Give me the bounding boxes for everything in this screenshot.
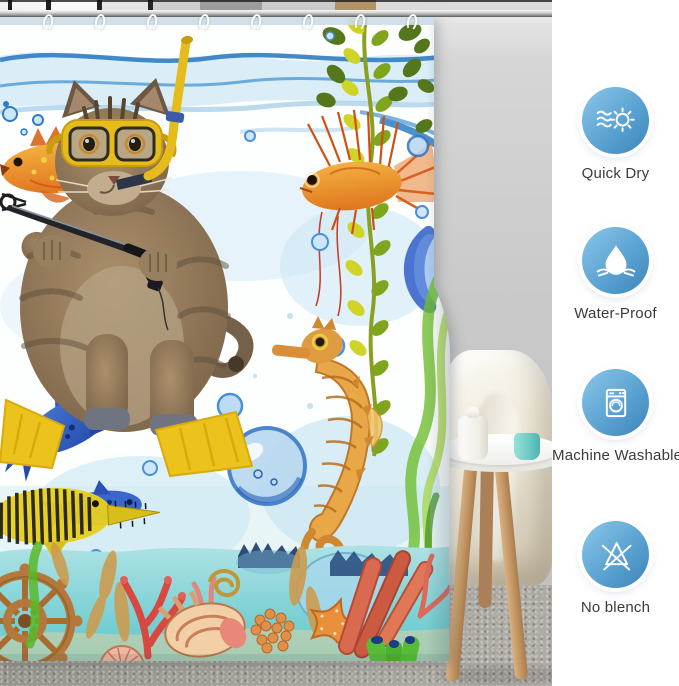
feature-label: Quick Dry [552, 165, 679, 182]
feature-no-bleach: No blench [552, 521, 679, 616]
feature-label: Water-Proof [552, 305, 679, 322]
feature-list: Quick Dry Water-Proof [552, 0, 679, 686]
product-image: Quick Dry Water-Proof [0, 0, 679, 686]
feature-label: No blench [552, 599, 679, 616]
feature-label: Machine Washable [552, 447, 679, 464]
feature-machine-washable: Machine Washable [552, 369, 679, 464]
quick-dry-icon [582, 87, 649, 154]
feature-water-proof: Water-Proof [552, 227, 679, 322]
water-proof-icon [582, 227, 649, 294]
teal-cup [514, 433, 540, 460]
shower-rod [0, 10, 552, 17]
shower-curtain [0, 16, 452, 661]
machine-washable-icon [582, 369, 649, 436]
no-bleach-icon [582, 521, 649, 588]
jar [458, 416, 488, 460]
jar-lid [467, 407, 479, 418]
table-leg [478, 458, 494, 608]
bathroom-photo [0, 0, 552, 686]
feature-quick-dry: Quick Dry [552, 87, 679, 182]
